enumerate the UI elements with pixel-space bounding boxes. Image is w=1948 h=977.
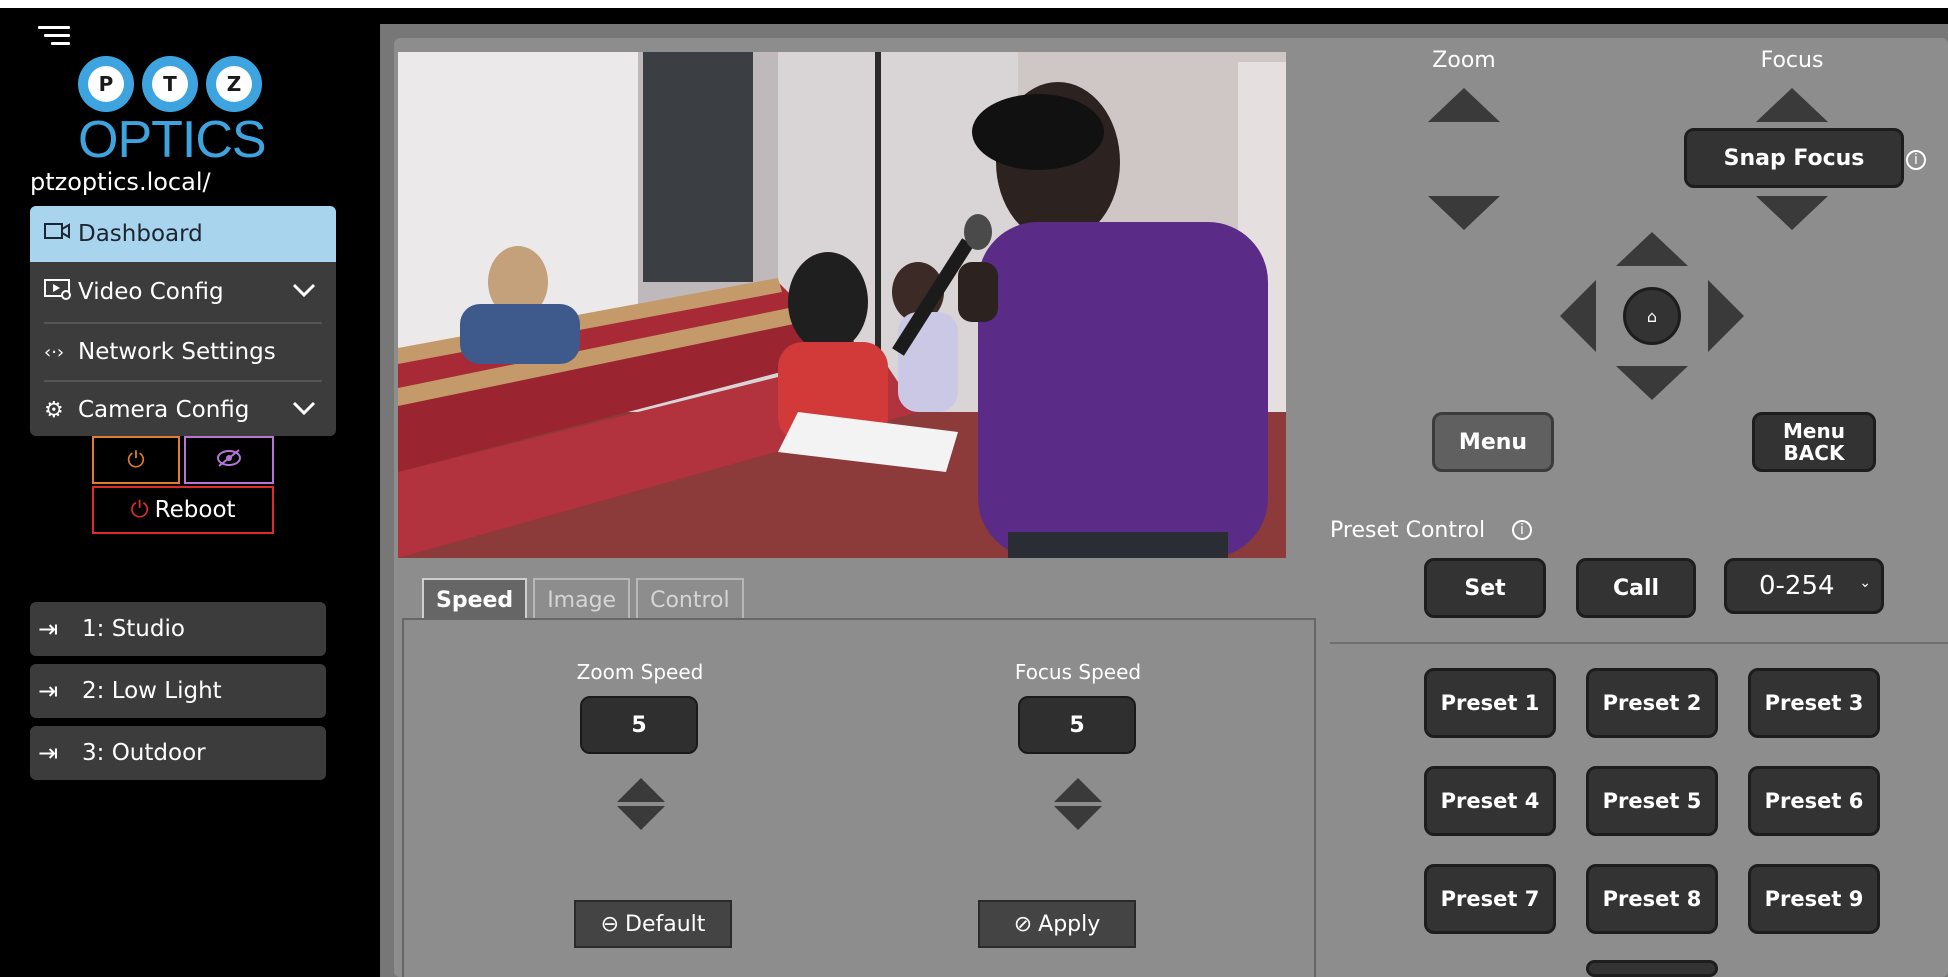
input-icon: ⇥ [38,677,59,705]
zoom-out-icon[interactable] [1428,196,1500,230]
nav-panel: Dashboard Video Config ‹·› Network Setti… [30,206,336,436]
arrow-down-icon[interactable] [617,806,665,830]
preset-button-partial[interactable] [1586,960,1718,977]
logo-text: OPTICS [78,111,267,169]
input-icon: ⇥ [38,615,59,643]
arrow-down-icon[interactable] [1054,806,1102,830]
preset-button-2[interactable]: Preset 2 [1586,668,1718,738]
tab-control[interactable]: Control [636,578,744,620]
zoom-speed-stepper[interactable] [617,778,665,830]
gear-icon: ⚙ [44,397,64,423]
pan-left-icon[interactable] [1560,280,1596,352]
menu-button[interactable]: Menu [1432,412,1554,472]
chevron-down-icon: ⌄ [1859,575,1871,591]
ptz-logo: P T Z [78,56,270,114]
logo-letter-p: P [88,66,124,102]
apply-label: Apply [1038,911,1101,937]
home-icon[interactable]: ⌂ [1623,287,1681,345]
reset-icon: ⊖ [600,911,620,937]
info-icon[interactable]: i [1512,520,1532,540]
tilt-down-icon[interactable] [1616,366,1688,400]
power-button[interactable]: ⏻ [92,436,180,484]
preset-number-value: 0-254 [1759,571,1835,601]
hamburger-menu-icon[interactable] [38,26,70,50]
preset-button-4[interactable]: Preset 4 [1424,766,1556,836]
logo-letter-t: T [152,66,188,102]
preset-button-1[interactable]: Preset 1 [1424,668,1556,738]
tab-content-speed [402,618,1316,977]
zoom-speed-value[interactable]: 5 [580,696,698,754]
nav-item-dashboard[interactable]: Dashboard [30,206,336,262]
sidebar-preset-outdoor[interactable]: ⇥ 3: Outdoor [30,726,326,780]
focus-speed-stepper[interactable] [1054,778,1102,830]
nav-item-video-config[interactable]: Video Config [30,264,336,320]
preset-set-button[interactable]: Set [1424,558,1546,618]
preset-button-7[interactable]: Preset 7 [1424,864,1556,934]
nav-item-network-settings[interactable]: ‹·› Network Settings [30,324,336,380]
network-icon: ‹·› [44,341,65,363]
nav-item-label: Video Config [78,279,224,305]
preset-control-title: Preset Control [1330,518,1486,543]
nav-item-label: Dashboard [78,221,203,247]
preset-button-6[interactable]: Preset 6 [1748,766,1880,836]
sidebar-preset-studio[interactable]: ⇥ 1: Studio [30,602,326,656]
tab-image[interactable]: Image [533,578,631,620]
arrow-up-icon[interactable] [617,778,665,802]
preset-button-3[interactable]: Preset 3 [1748,668,1880,738]
reboot-label: Reboot [154,497,236,523]
preset-button-8[interactable]: Preset 8 [1586,864,1718,934]
reboot-button[interactable]: ⏻ Reboot [92,486,274,534]
power-icon: ⏻ [130,497,149,523]
focus-speed-value[interactable]: 5 [1018,696,1136,754]
focus-label: Focus [1760,48,1824,73]
arrow-up-icon[interactable] [1054,778,1102,802]
preset-number-select[interactable]: 0-254 ⌄ [1724,558,1884,614]
logo-letter-z: Z [216,66,252,102]
preset-button-9[interactable]: Preset 9 [1748,864,1880,934]
sidebar-preset-label: 2: Low Light [82,678,222,704]
sidebar-preset-label: 3: Outdoor [82,740,206,766]
chevron-down-icon[interactable] [292,278,316,303]
nav-item-label: Camera Config [78,397,250,423]
focus-near-icon[interactable] [1756,88,1828,122]
sidebar-preset-low-light[interactable]: ⇥ 2: Low Light [30,664,326,718]
tab-speed[interactable]: Speed [422,578,528,620]
menu-back-button[interactable]: Menu BACK [1752,412,1876,472]
default-label: Default [625,911,706,937]
preset-button-5[interactable]: Preset 5 [1586,766,1718,836]
pan-right-icon[interactable] [1708,280,1744,352]
tilt-up-icon[interactable] [1616,232,1688,266]
camera-preview [398,52,1286,558]
host-address: ptzoptics.local/ [30,168,211,196]
nav-item-camera-config[interactable]: ⚙ Camera Config [30,382,336,436]
focus-far-icon[interactable] [1756,196,1828,230]
eye-off-icon [216,448,242,473]
top-bar [0,0,1948,8]
preset-call-button[interactable]: Call [1576,558,1696,618]
input-icon: ⇥ [38,739,59,767]
snap-focus-button[interactable]: Snap Focus [1684,128,1904,188]
zoom-speed-label: Zoom Speed [576,660,704,684]
sidebar-preset-label: 1: Studio [82,616,185,642]
settings-tabs: Speed Image Control [422,578,744,620]
check-circle-icon: ⊘ [1013,911,1033,937]
camera-icon [44,221,78,247]
preset-divider [1330,642,1948,644]
focus-speed-label: Focus Speed [1014,660,1142,684]
power-icon: ⏻ [127,447,145,473]
default-button[interactable]: ⊖ Default [574,900,732,948]
apply-button[interactable]: ⊘ Apply [978,900,1136,948]
info-icon[interactable]: i [1906,150,1926,170]
chevron-down-icon[interactable] [292,396,316,421]
zoom-label: Zoom [1432,48,1496,73]
privacy-button[interactable] [184,436,274,484]
zoom-in-icon[interactable] [1428,88,1500,122]
nav-item-label: Network Settings [78,339,276,365]
video-settings-icon [44,278,78,306]
